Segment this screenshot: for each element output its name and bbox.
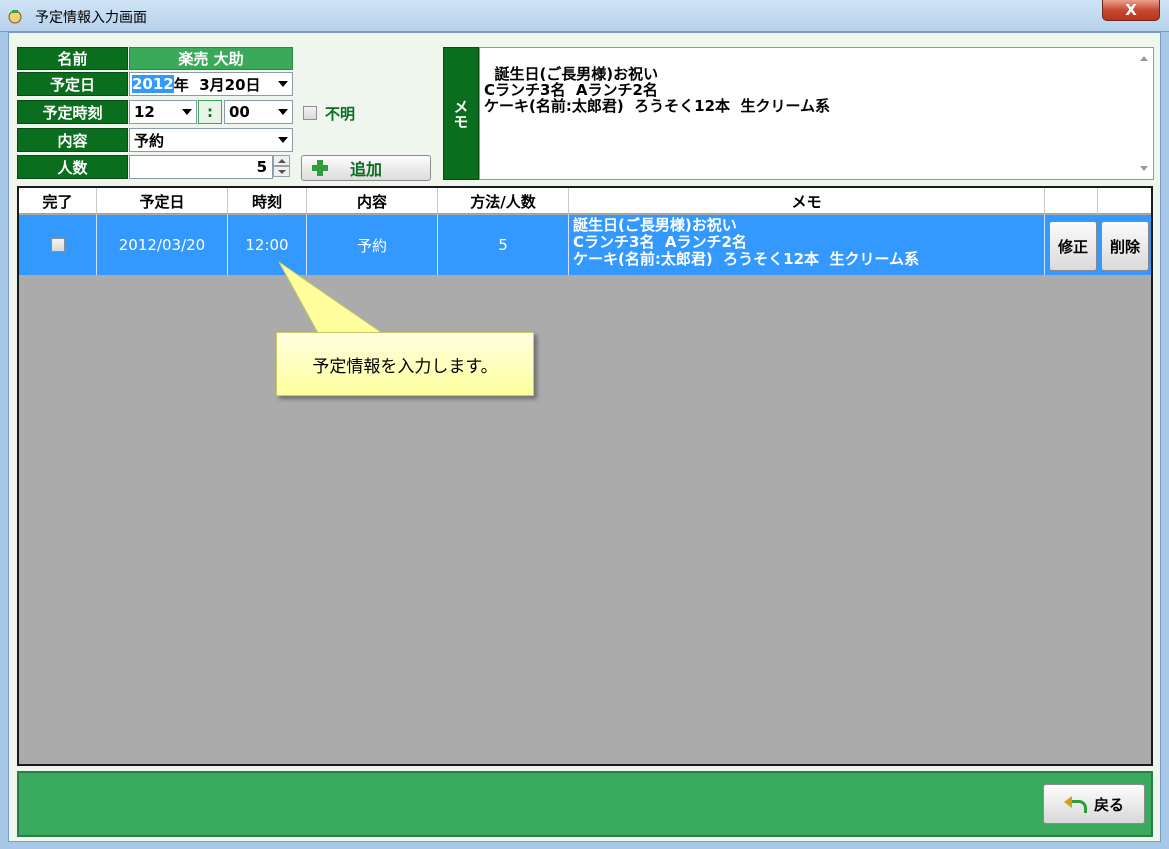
content-value: 予約 [134,131,165,150]
done-cell [19,215,97,275]
window-title: 予定情報入力画面 [35,10,147,26]
content-cell: 予約 [307,215,438,275]
minute-select[interactable]: 00 [224,100,293,124]
header-count[interactable]: 方法/人数 [438,188,569,214]
count-cell: 5 [438,215,569,275]
grid-header: 完了 予定日 時刻 内容 方法/人数 メモ [19,188,1151,214]
memo-textarea[interactable]: 誕生日(ご長男様)お祝い Cランチ3名 Aランチ2名 ケーキ(名前:太郎君) ろ… [479,47,1154,180]
memo-cell: 誕生日(ご長男様)お祝い Cランチ3名 Aランチ2名 ケーキ(名前:太郎君) ろ… [569,215,1045,275]
app-icon [8,10,22,24]
unknown-label: 不明 [325,105,356,123]
memo-scrollbar[interactable] [1136,48,1153,179]
back-button-label: 戻る [1093,795,1124,814]
stepper-down-icon[interactable] [273,166,290,177]
chevron-down-icon [182,109,192,115]
content-label: 内容 [17,128,128,152]
plus-icon [310,158,330,178]
name-value: 楽売 大助 [129,47,293,70]
count-label: 人数 [17,155,128,179]
hour-select[interactable]: 12 [129,100,197,124]
scroll-down-icon[interactable] [1140,166,1148,171]
hour-value: 12 [134,103,155,121]
count-value: 5 [256,158,267,176]
header-time[interactable]: 時刻 [228,188,307,214]
date-year: 2012 [132,75,174,93]
tooltip-text: 予定情報を入力します。 [312,356,498,377]
memo-label: メモ [443,47,479,180]
header-memo[interactable]: メモ [569,188,1045,214]
tooltip-balloon: 予定情報を入力します。 [276,332,534,396]
memo-text: 誕生日(ご長男様)お祝い Cランチ3名 Aランチ2名 ケーキ(名前:太郎君) ろ… [484,65,831,115]
title-bar: 予定情報入力画面 X [0,0,1169,32]
add-button[interactable]: 追加 [301,155,431,181]
date-rest: 年 3月20日 [173,75,261,94]
stepper-up-icon[interactable] [273,155,290,166]
time-separator: : [198,100,222,124]
header-done[interactable]: 完了 [19,188,97,214]
schedule-grid: 完了 予定日 時刻 内容 方法/人数 メモ 2012/03/20 12:00 予… [17,186,1153,766]
back-button[interactable]: 戻る [1043,784,1145,824]
time-label: 予定時刻 [17,100,128,124]
name-label: 名前 [17,47,128,70]
chevron-down-icon [278,137,288,143]
time-cell: 12:00 [228,215,307,275]
header-edit [1045,188,1098,214]
back-arrow-icon [1063,796,1087,813]
edit-button[interactable]: 修正 [1049,221,1097,271]
count-stepper[interactable] [273,155,290,178]
header-date[interactable]: 予定日 [97,188,228,214]
content-select[interactable]: 予約 [129,128,293,152]
add-button-label: 追加 [350,160,383,179]
header-delete [1098,188,1151,214]
date-label: 予定日 [17,72,128,96]
delete-button[interactable]: 削除 [1101,221,1149,271]
done-checkbox[interactable] [50,238,65,252]
scroll-up-icon[interactable] [1140,56,1148,61]
chevron-down-icon [278,81,288,87]
unknown-checkbox[interactable] [303,106,317,120]
date-cell: 2012/03/20 [97,215,228,275]
table-row[interactable]: 2012/03/20 12:00 予約 5 誕生日(ご長男様)お祝い Cランチ3… [19,215,1151,275]
date-picker[interactable]: 2012 年 3月20日 [129,72,293,96]
footer-bar [17,771,1153,837]
chevron-down-icon [278,109,288,115]
header-content[interactable]: 内容 [307,188,438,214]
close-button[interactable]: X [1102,0,1160,21]
count-input[interactable]: 5 [129,155,273,179]
minute-value: 00 [229,103,250,121]
